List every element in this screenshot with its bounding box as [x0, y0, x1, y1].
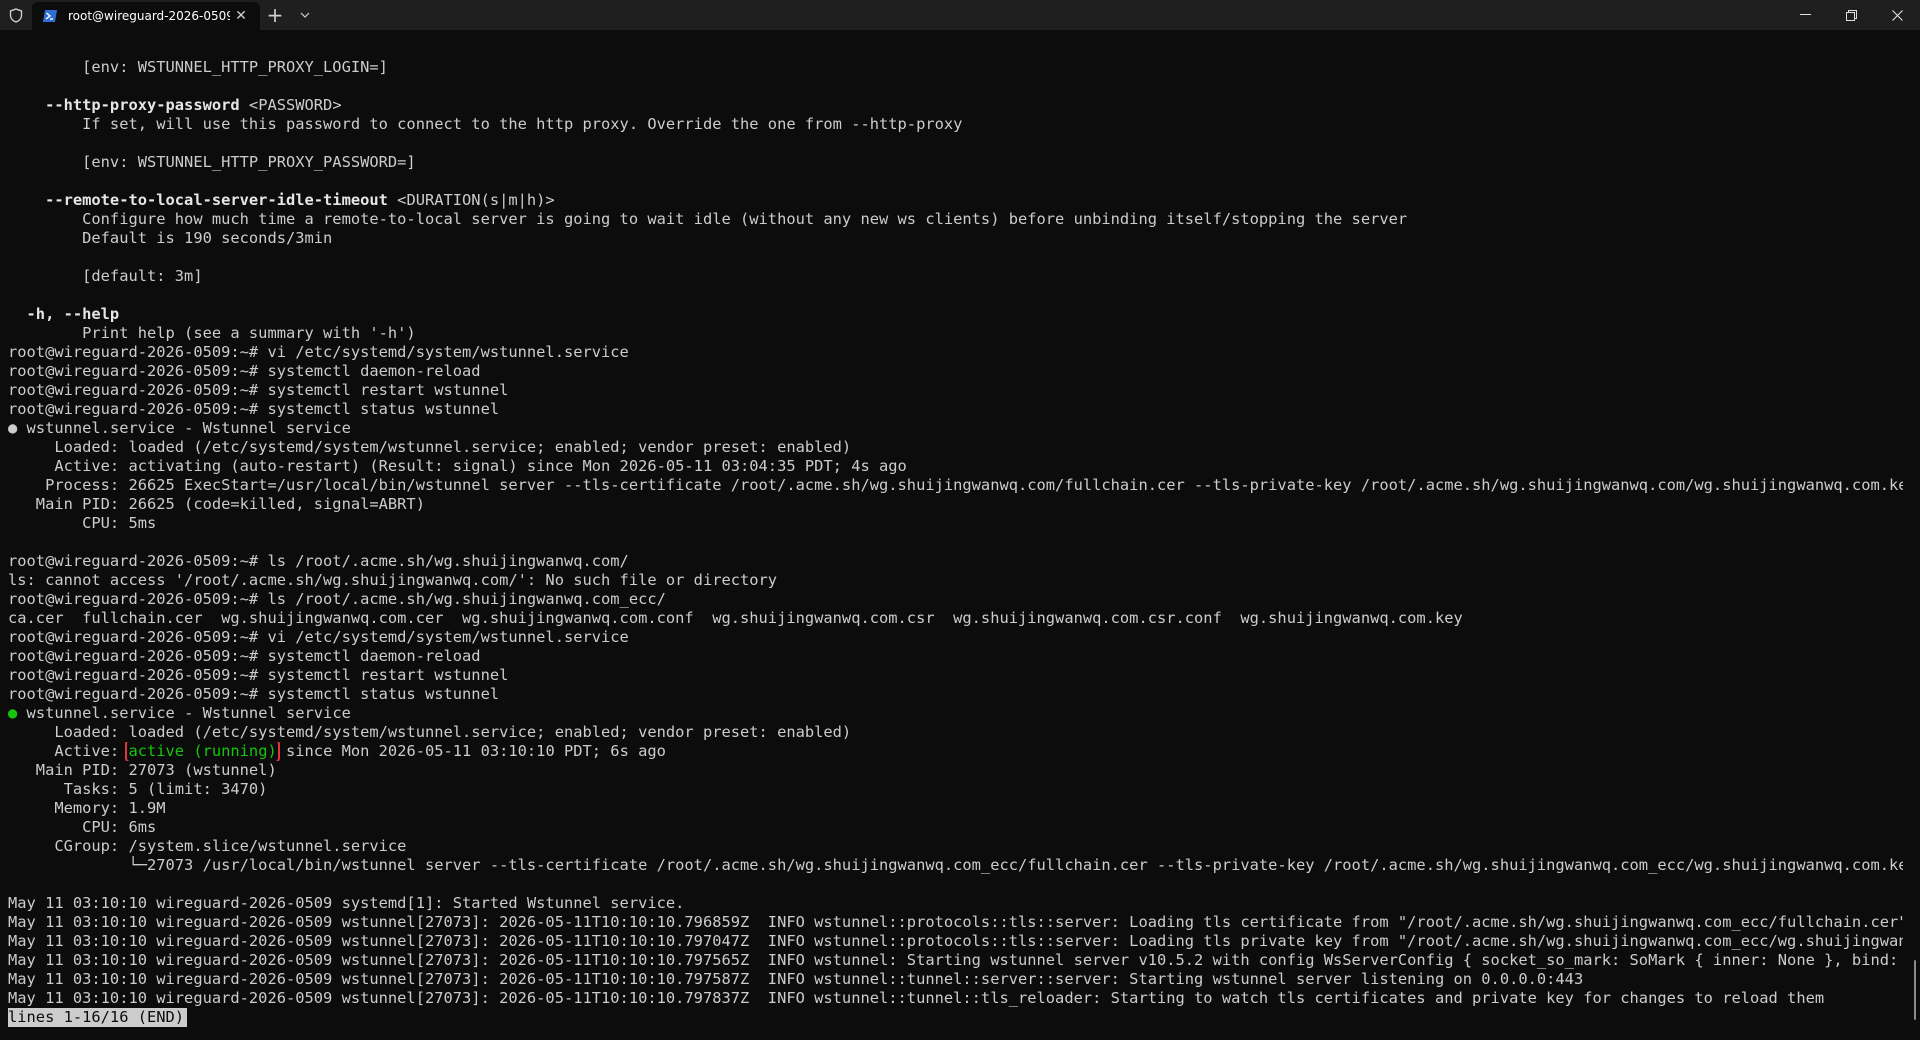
status-dot-icon: ● — [8, 704, 18, 722]
terminal-line: May 11 03:10:10 wireguard-2026-0509 wstu… — [8, 932, 1903, 951]
new-tab-button[interactable]: + — [260, 0, 290, 30]
terminal-line: Memory: 1.9M — [8, 799, 166, 817]
option-arg: <PASSWORD> — [239, 96, 342, 114]
terminal-line: ca.cer fullchain.cer wg.shuijingwanwq.co… — [8, 609, 1463, 627]
terminal-line: May 11 03:10:10 wireguard-2026-0509 wstu… — [8, 951, 1903, 970]
tab-title: root@wireguard-2026-0509: ~ — [68, 9, 230, 23]
terminal-line: ● wstunnel.service - Wstunnel service — [8, 419, 1903, 438]
terminal-line: root@wireguard-2026-0509:~# systemctl re… — [8, 381, 509, 399]
terminal-line: Loaded: loaded (/etc/systemd/system/wstu… — [8, 438, 852, 456]
terminal-line: May 11 03:10:10 wireguard-2026-0509 wstu… — [8, 970, 1584, 988]
terminal-line: root@wireguard-2026-0509:~# ls /root/.ac… — [8, 552, 629, 570]
terminal-line: Process: 26625 ExecStart=/usr/local/bin/… — [8, 476, 1903, 495]
truncated-line-text: May 11 03:10:10 wireguard-2026-0509 wstu… — [8, 932, 1903, 950]
terminal-line: CPU: 5ms — [8, 514, 157, 532]
terminal-line: root@wireguard-2026-0509:~# systemctl st… — [8, 400, 500, 418]
shield-icon — [0, 0, 32, 30]
status-badge: active (running) — [125, 742, 280, 761]
option-flag: --remote-to-local-server-idle-timeout — [8, 191, 388, 209]
terminal-line: Main PID: 26625 (code=killed, signal=ABR… — [8, 495, 425, 513]
terminal-line: Main PID: 27073 (wstunnel) — [8, 761, 277, 779]
truncated-line-text: └─27073 /usr/local/bin/wstunnel server -… — [8, 856, 1903, 874]
title-bar: root@wireguard-2026-0509: ~ ✕ + — [0, 0, 1920, 30]
terminal-line: CPU: 6ms — [8, 818, 157, 836]
restore-icon — [1845, 9, 1857, 21]
terminal-line: CGroup: /system.slice/wstunnel.service — [8, 837, 407, 855]
terminal-line: Tasks: 5 (limit: 3470) — [8, 780, 268, 798]
title-bar-drag-area[interactable] — [320, 0, 1782, 30]
option-flag: --http-proxy-password — [8, 96, 240, 114]
terminal-line: root@wireguard-2026-0509:~# systemctl re… — [8, 666, 509, 684]
truncated-line-text: Process: 26625 ExecStart=/usr/local/bin/… — [8, 476, 1903, 494]
terminal-line: Loaded: loaded (/etc/systemd/system/wstu… — [8, 723, 852, 741]
terminal-line: ls: cannot access '/root/.acme.sh/wg.shu… — [8, 571, 778, 589]
close-window-button[interactable] — [1874, 0, 1920, 30]
terminal-line: May 11 03:10:10 wireguard-2026-0509 syst… — [8, 894, 685, 912]
terminal-line: May 11 03:10:10 wireguard-2026-0509 wstu… — [8, 989, 1825, 1007]
terminal-line: If set, will use this password to connec… — [8, 115, 963, 133]
terminal-line: root@wireguard-2026-0509:~# systemctl da… — [8, 362, 481, 380]
active-since: since Mon 2026-05-11 03:10:10 PDT; 6s ag… — [276, 742, 666, 760]
terminal-line: Active: active (running) since Mon 2026-… — [8, 742, 1903, 761]
terminal-line: --http-proxy-password <PASSWORD> — [8, 96, 1903, 115]
close-icon — [1891, 9, 1903, 21]
terminal-line: root@wireguard-2026-0509:~# vi /etc/syst… — [8, 628, 629, 646]
minimize-icon — [1799, 14, 1811, 15]
terminal-line: ● wstunnel.service - Wstunnel service — [8, 704, 1903, 723]
terminal-line: Print help (see a summary with '-h') — [8, 324, 416, 342]
terminal-output[interactable]: [env: WSTUNNEL_HTTP_PROXY_LOGIN=] --http… — [0, 30, 1920, 1040]
terminal-line: May 11 03:10:10 wireguard-2026-0509 wstu… — [8, 913, 1903, 931]
terminal-line: Active: activating (auto-restart) (Resul… — [8, 457, 907, 475]
terminal-line: lines 1-16/16 (END) — [8, 1008, 1903, 1027]
powershell-icon — [42, 8, 58, 24]
terminal-line: [env: WSTUNNEL_HTTP_PROXY_LOGIN=] — [8, 58, 388, 76]
terminal-line: root@wireguard-2026-0509:~# vi /etc/syst… — [8, 343, 629, 361]
terminal-line: Configure how much time a remote-to-loca… — [8, 210, 1408, 228]
terminal-line: --remote-to-local-server-idle-timeout <D… — [8, 191, 1903, 210]
service-title: wstunnel.service - Wstunnel service — [17, 419, 351, 437]
terminal-line: Default is 190 seconds/3min — [8, 229, 333, 247]
terminal-window: root@wireguard-2026-0509: ~ ✕ + — [0, 0, 1920, 1040]
truncated-line-text: May 11 03:10:10 wireguard-2026-0509 wstu… — [8, 951, 1903, 969]
terminal-line: -h, --help — [8, 305, 1903, 324]
tab-terminal[interactable]: root@wireguard-2026-0509: ~ ✕ — [32, 2, 260, 30]
terminal-lines: [env: WSTUNNEL_HTTP_PROXY_LOGIN=] --http… — [8, 58, 1903, 1027]
service-title: wstunnel.service - Wstunnel service — [17, 704, 351, 722]
status-dot-icon: ● — [8, 419, 18, 437]
terminal-line: └─27073 /usr/local/bin/wstunnel server -… — [8, 856, 1903, 875]
active-label: Active: — [8, 742, 129, 760]
terminal-line: [default: 3m] — [8, 267, 203, 285]
restore-button[interactable] — [1828, 0, 1874, 30]
chevron-down-icon — [300, 12, 310, 18]
scrollbar-thumb[interactable] — [1914, 960, 1916, 1020]
tab-dropdown-button[interactable] — [290, 0, 320, 30]
pager-status: lines 1-16/16 (END) — [8, 1008, 188, 1027]
option-arg: <DURATION(s|m|h)> — [387, 191, 555, 209]
tab-close-button[interactable]: ✕ — [230, 5, 252, 27]
minimize-button[interactable] — [1782, 0, 1828, 30]
option-flag: -h, --help — [8, 305, 120, 323]
terminal-line: root@wireguard-2026-0509:~# systemctl st… — [8, 685, 500, 703]
terminal-line: root@wireguard-2026-0509:~# systemctl da… — [8, 647, 481, 665]
terminal-line: root@wireguard-2026-0509:~# ls /root/.ac… — [8, 590, 666, 608]
terminal-line: [env: WSTUNNEL_HTTP_PROXY_PASSWORD=] — [8, 153, 416, 171]
